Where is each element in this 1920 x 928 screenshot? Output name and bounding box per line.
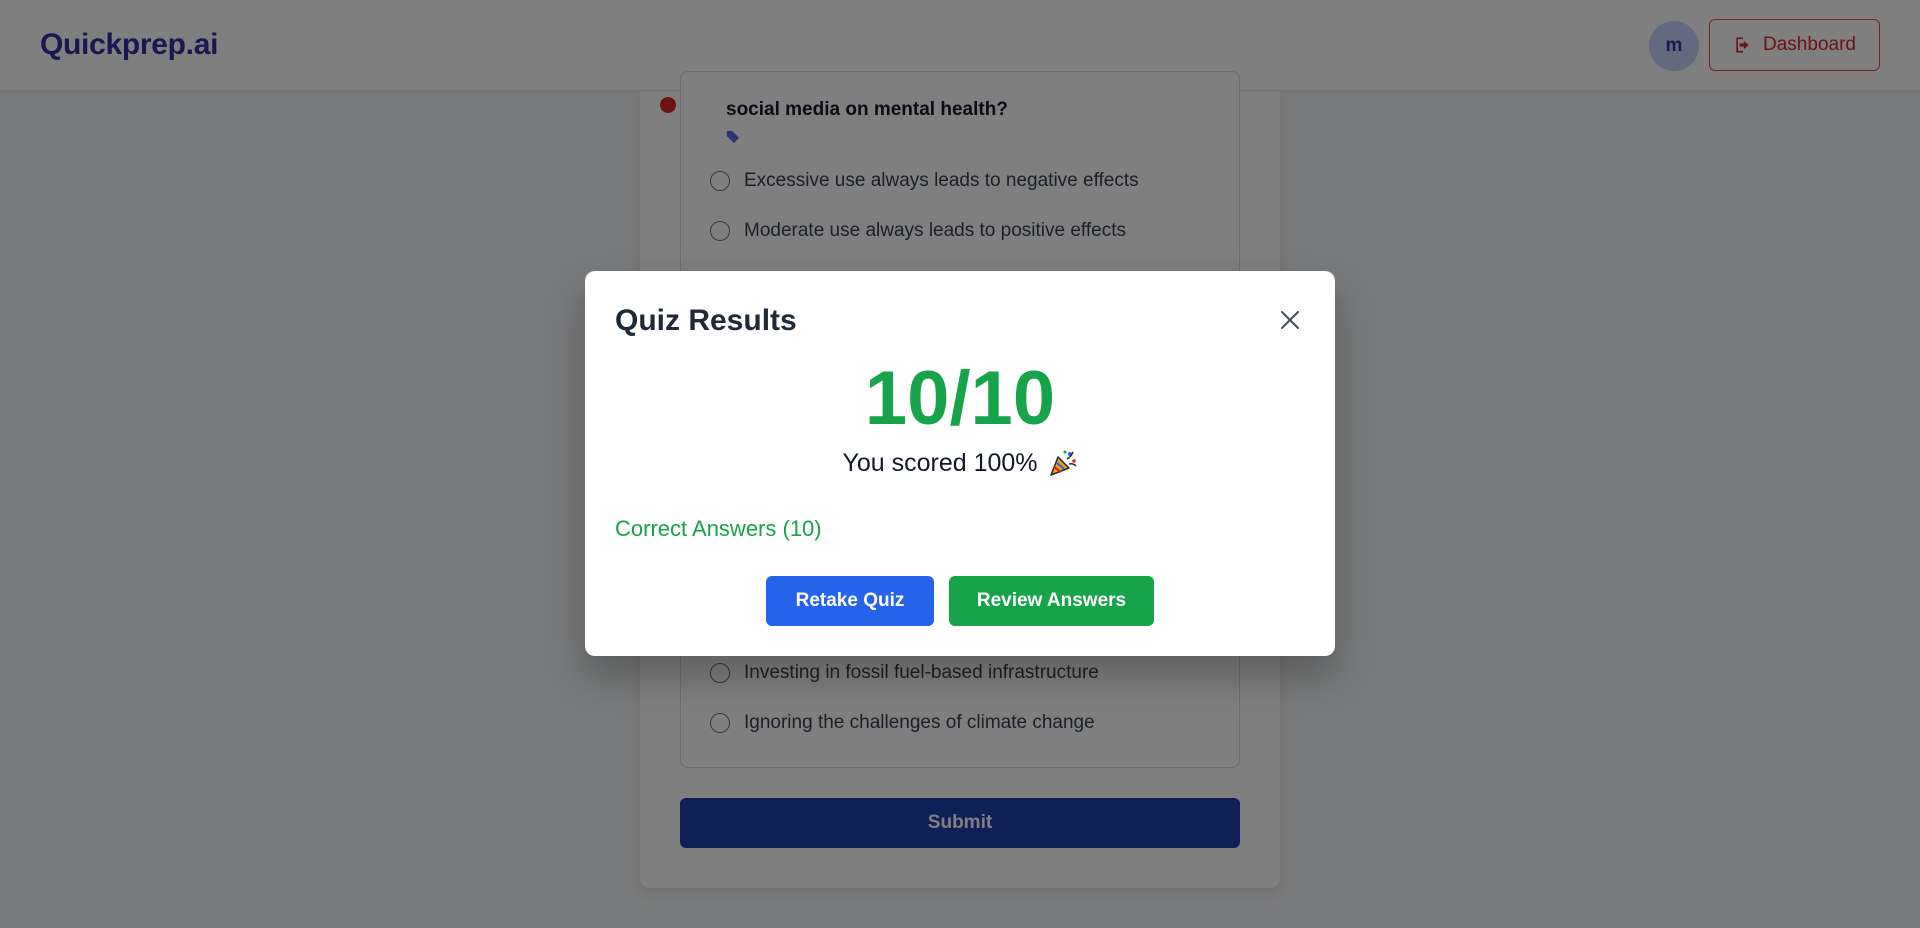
- quiz-results-modal: Quiz Results 10/10 You scored 100% Corre…: [585, 271, 1335, 656]
- close-icon: [1280, 310, 1300, 330]
- modal-title: Quiz Results: [615, 304, 797, 337]
- retake-quiz-button[interactable]: Retake Quiz: [766, 576, 934, 626]
- score-summary: You scored 100%: [585, 448, 1335, 478]
- correct-answers-toggle[interactable]: Correct Answers (10): [615, 516, 822, 542]
- party-popper-icon: [1049, 450, 1077, 476]
- review-answers-button[interactable]: Review Answers: [949, 576, 1154, 626]
- score-display: 10/10: [864, 356, 1056, 441]
- score-percentage-text: You scored 100%: [842, 448, 1038, 477]
- close-button[interactable]: [1275, 305, 1305, 335]
